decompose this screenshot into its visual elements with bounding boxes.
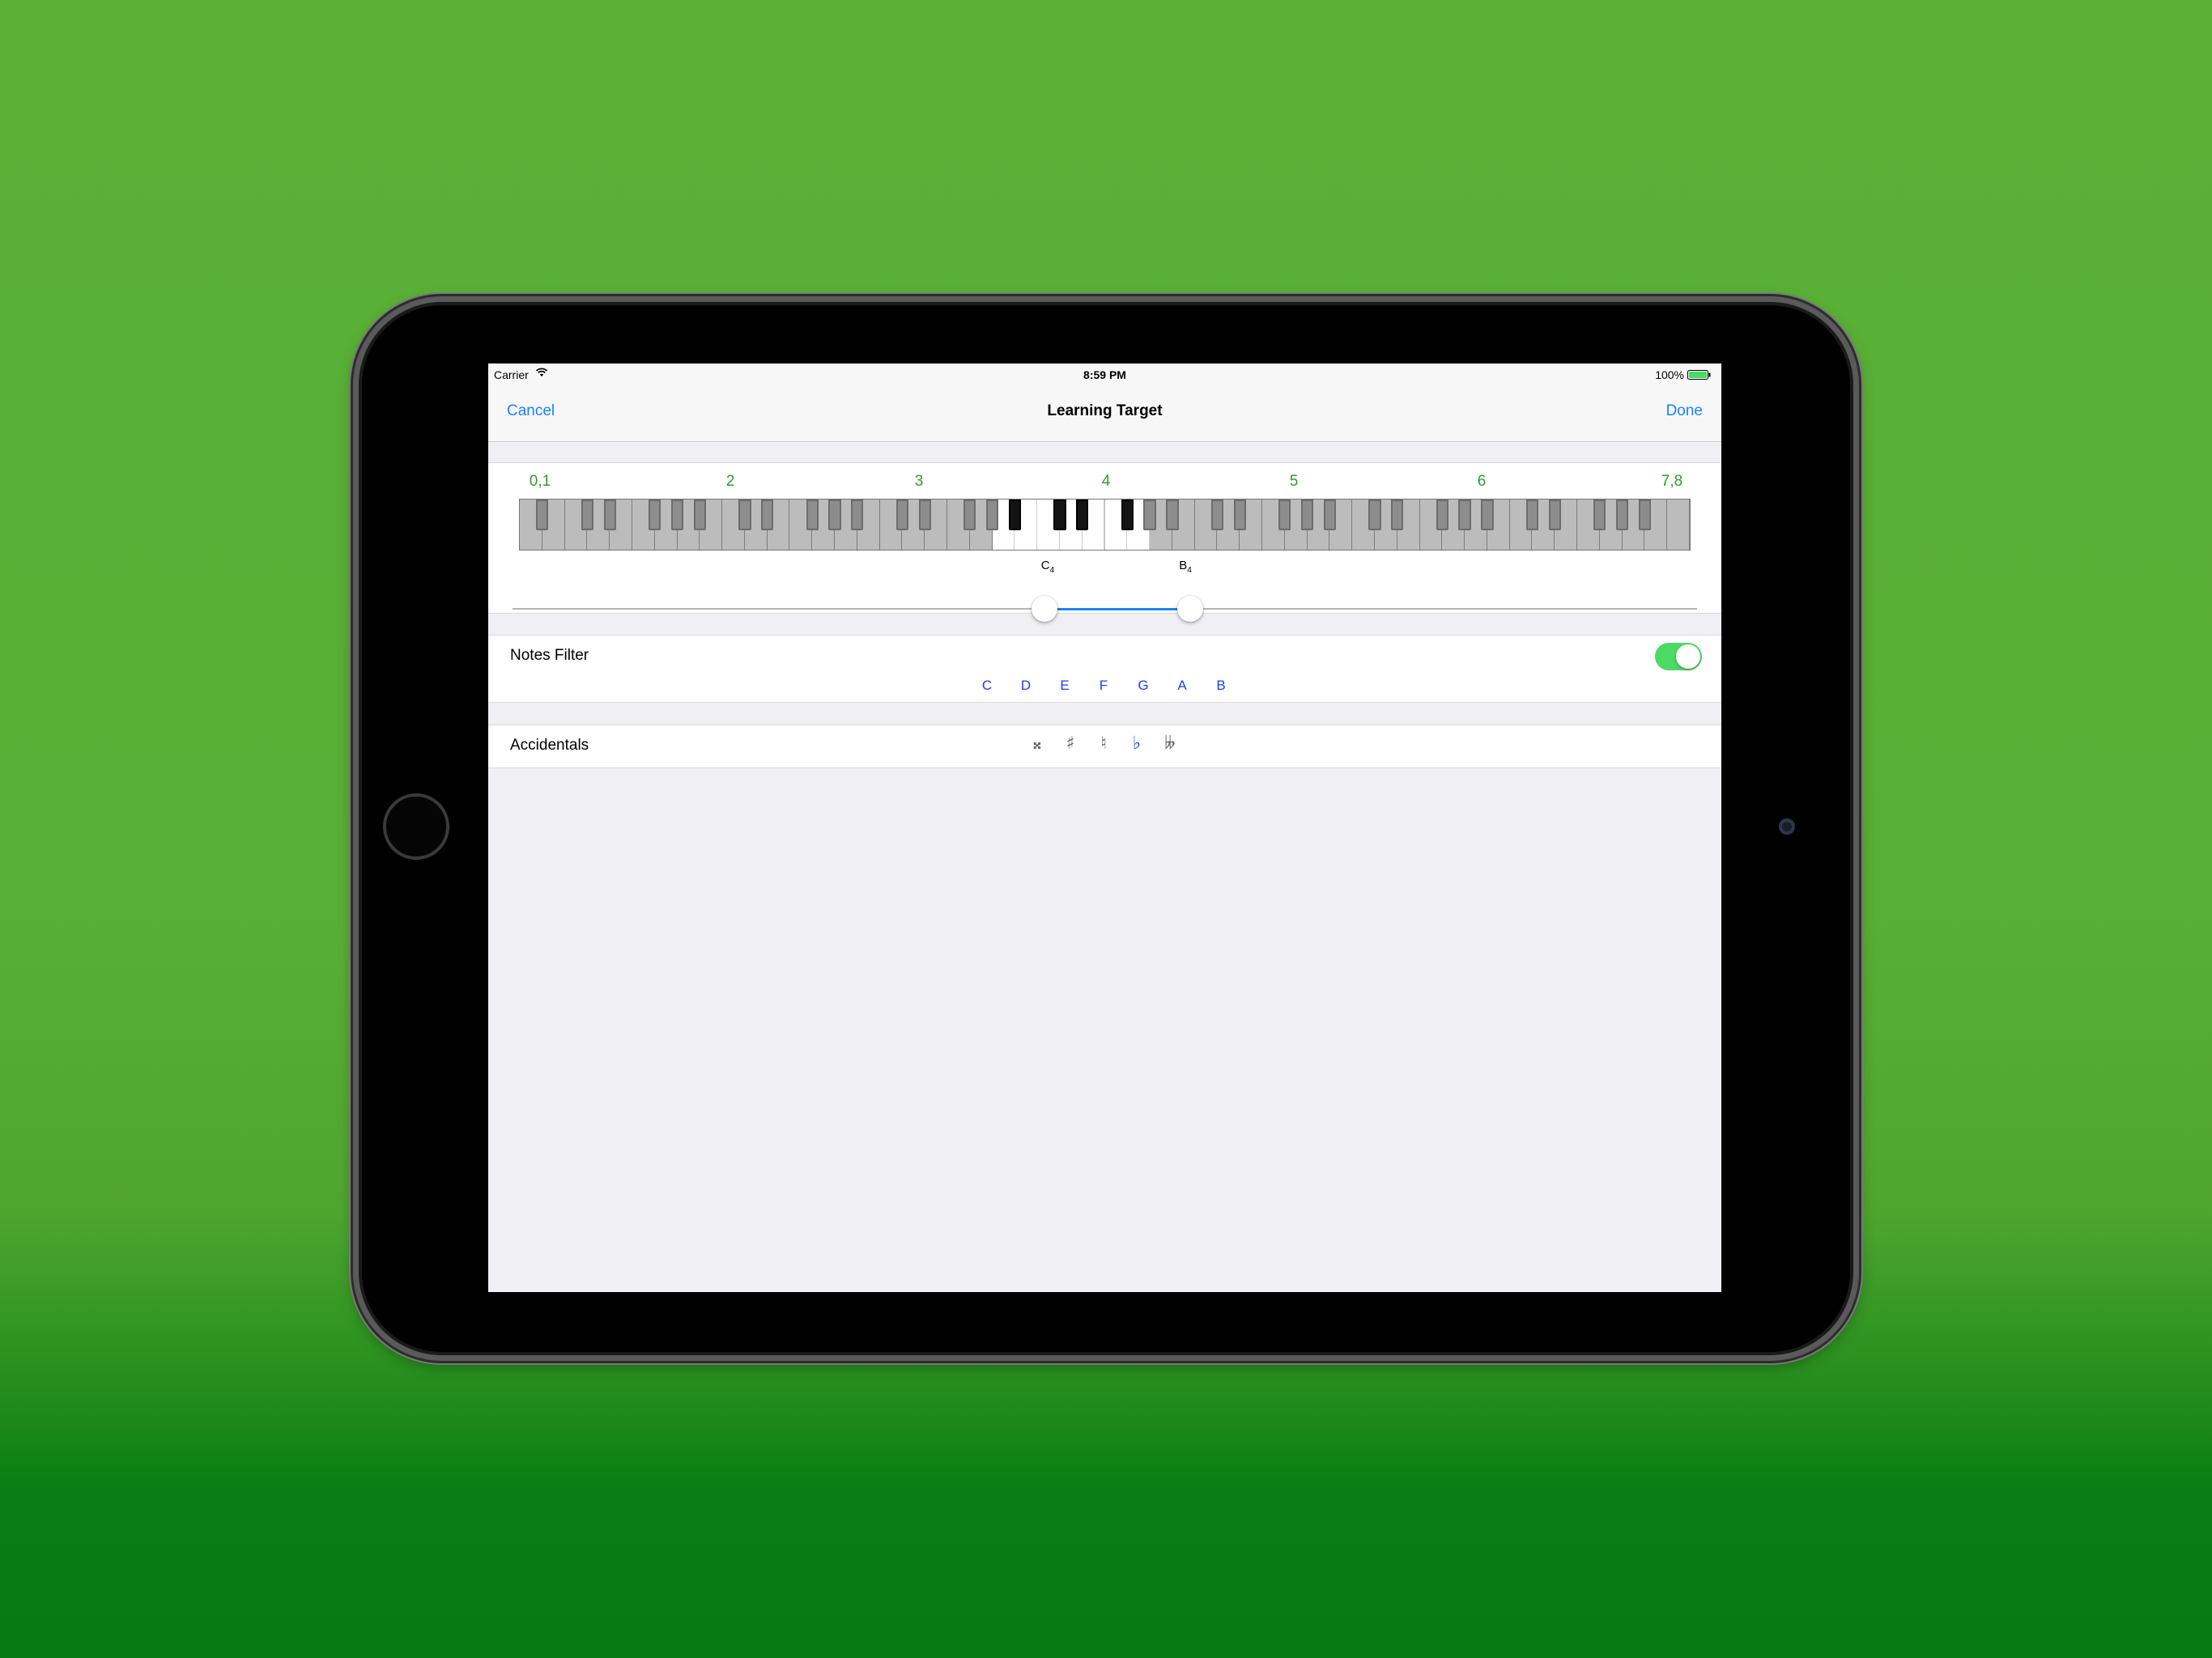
piano-black-key[interactable]	[1593, 500, 1606, 530]
piano-black-key[interactable]	[1233, 500, 1246, 530]
done-button[interactable]: Done	[1666, 402, 1703, 420]
notes-filter-toggle[interactable]	[1655, 643, 1702, 670]
note-filter-c[interactable]: C	[982, 678, 992, 694]
camera-icon	[1779, 818, 1795, 835]
piano-black-key[interactable]	[828, 500, 841, 530]
piano-black-key[interactable]	[1121, 500, 1134, 530]
home-button[interactable]	[383, 793, 449, 860]
accidentals-label: Accidentals	[510, 737, 589, 754]
piano-black-key[interactable]	[1391, 500, 1404, 530]
piano-black-key[interactable]	[1300, 500, 1314, 530]
range-slider-high-thumb[interactable]	[1177, 596, 1203, 622]
battery-icon	[1687, 370, 1711, 380]
piano-black-key[interactable]	[918, 500, 931, 530]
double-sharp-icon[interactable]: 𝄪	[1033, 733, 1041, 754]
piano-black-key[interactable]	[1458, 500, 1471, 530]
navigation-bar: Cancel Learning Target Done	[488, 386, 1721, 442]
toggle-knob	[1676, 644, 1700, 669]
piano-black-key[interactable]	[1076, 500, 1089, 530]
note-filter-g[interactable]: G	[1138, 678, 1148, 694]
piano-black-key[interactable]	[1368, 500, 1381, 530]
note-filter-a[interactable]: A	[1177, 678, 1186, 694]
flat-icon[interactable]: ♭	[1133, 733, 1141, 754]
piano-black-key[interactable]	[1481, 500, 1494, 530]
note-filter-d[interactable]: D	[1021, 678, 1031, 694]
piano-black-key[interactable]	[649, 500, 661, 530]
piano-black-key[interactable]	[806, 500, 819, 530]
app-screen: Carrier 8:59 PM 100% Cancel Learning Tar…	[488, 363, 1721, 1292]
piano-black-key[interactable]	[1143, 500, 1156, 530]
status-bar: Carrier 8:59 PM 100%	[488, 363, 1721, 386]
piano-black-key[interactable]	[1323, 500, 1337, 530]
octave-label[interactable]: 3	[915, 473, 924, 491]
piano-black-key[interactable]	[851, 500, 864, 530]
page-title: Learning Target	[1047, 402, 1163, 419]
piano-black-key[interactable]	[1053, 500, 1066, 530]
range-slider-low-thumb[interactable]	[1032, 596, 1057, 622]
piano-black-key[interactable]	[1166, 500, 1179, 530]
status-time: 8:59 PM	[1083, 368, 1126, 381]
piano-black-key[interactable]	[738, 500, 751, 530]
piano-black-key[interactable]	[1436, 500, 1448, 530]
note-filter-b[interactable]: B	[1216, 678, 1225, 694]
octave-label[interactable]: 4	[1102, 473, 1111, 491]
piano-white-key[interactable]	[1667, 500, 1690, 550]
natural-icon[interactable]: ♮	[1100, 733, 1107, 754]
piano-black-key[interactable]	[1278, 500, 1291, 530]
range-low-note: C4	[1040, 559, 1055, 575]
double-flat-icon[interactable]: 𝄫	[1164, 733, 1175, 754]
octave-label[interactable]: 2	[726, 473, 735, 491]
octave-label[interactable]: 6	[1478, 473, 1487, 491]
piano-black-key[interactable]	[1525, 500, 1539, 530]
piano-black-key[interactable]	[761, 500, 774, 530]
sharp-icon[interactable]: ♯	[1066, 733, 1075, 754]
piano-black-key[interactable]	[1548, 500, 1561, 530]
octave-label[interactable]: 0,1	[530, 473, 551, 491]
piano-black-key[interactable]	[895, 500, 909, 530]
octave-label[interactable]: 5	[1290, 473, 1299, 491]
piano-black-key[interactable]	[670, 500, 684, 530]
piano-black-key[interactable]	[603, 500, 616, 530]
range-slider-selection	[1044, 608, 1193, 610]
piano-black-key[interactable]	[1615, 500, 1629, 530]
piano-keyboard[interactable]	[519, 499, 1691, 551]
battery-percentage: 100%	[1655, 368, 1684, 381]
piano-black-key[interactable]	[1210, 500, 1224, 530]
piano-black-key[interactable]	[985, 500, 999, 530]
accidentals-row: Accidentals 𝄪 ♯ ♮ ♭ 𝄫	[488, 725, 1721, 768]
piano-black-key[interactable]	[536, 500, 549, 530]
note-filter-e[interactable]: E	[1060, 678, 1069, 694]
range-selector: 0,1 2 3 4 5 6 7,8 C4 B4	[488, 462, 1721, 622]
piano-black-key[interactable]	[1638, 500, 1652, 530]
piano-black-key[interactable]	[693, 500, 706, 530]
octave-label[interactable]: 7,8	[1661, 473, 1682, 491]
piano-black-key[interactable]	[963, 500, 976, 530]
piano-black-key[interactable]	[1008, 500, 1021, 530]
range-high-note: B4	[1179, 559, 1192, 575]
piano-black-key[interactable]	[581, 500, 593, 530]
note-filter-f[interactable]: F	[1100, 678, 1108, 694]
notes-filter-row: Notes Filter C D E F G A B	[488, 635, 1721, 703]
notes-filter-label: Notes Filter	[510, 647, 589, 664]
